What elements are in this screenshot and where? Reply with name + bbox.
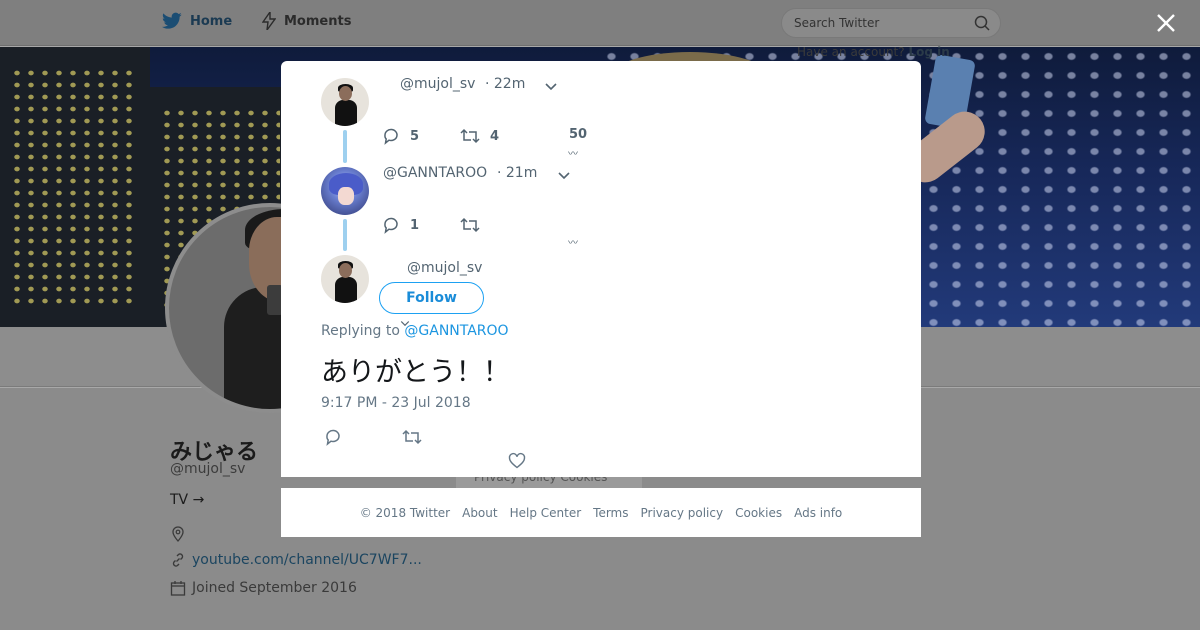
search-icon[interactable] — [974, 15, 990, 31]
top-navigation-bar: Home Moments Search Twitter — [0, 0, 1200, 46]
thread-connector — [343, 219, 347, 251]
tweet-handle[interactable]: @mujol_sv — [400, 76, 475, 92]
tweet-time[interactable]: · 22m — [485, 76, 525, 92]
retweet-count: 4 — [490, 128, 500, 144]
retweet-button[interactable]: 4 — [460, 127, 499, 145]
retweet-icon — [460, 128, 480, 144]
profile-url-text[interactable]: youtube.com/channel/UC7WF7... — [192, 552, 422, 568]
footer-ads-link[interactable]: Ads info — [794, 506, 842, 520]
profile-location — [170, 526, 186, 542]
close-button[interactable] — [1153, 10, 1179, 36]
footer-copyright: © 2018 Twitter — [359, 505, 451, 520]
profile-handle: @mujol_sv — [170, 461, 246, 477]
link-icon — [172, 553, 184, 567]
profile-joined: Joined September 2016 — [170, 580, 357, 596]
heart-icon[interactable] — [508, 452, 526, 470]
reply-count: 5 — [410, 128, 420, 144]
retweet-icon — [460, 217, 480, 233]
twitter-bird-icon — [162, 12, 182, 29]
nav-moments-label: Moments — [284, 13, 352, 29]
nav-home[interactable]: Home — [162, 12, 232, 30]
tweet-text: ありがとう！！ — [321, 357, 510, 388]
chevron-down-icon[interactable] — [543, 78, 559, 94]
reply-icon[interactable] — [324, 428, 342, 446]
footer-help-link[interactable]: Help Center — [510, 506, 582, 520]
heart-icon[interactable]: 〰 — [568, 234, 578, 249]
profile-bio: TV → — [170, 492, 205, 508]
lightning-icon — [262, 12, 276, 30]
like-button[interactable]: 50 — [569, 127, 587, 142]
replying-to: Replying to @GANNTAROO — [321, 323, 509, 339]
like-count: 50 — [569, 127, 588, 142]
tweet-avatar[interactable] — [321, 255, 369, 303]
login-link[interactable]: Log in — [908, 45, 949, 59]
footer-about-link[interactable]: About — [462, 506, 497, 520]
footer-privacy-link[interactable]: Privacy policy — [641, 506, 724, 520]
tweet-handle[interactable]: @mujol_sv — [407, 260, 482, 276]
replying-mention[interactable]: @GANNTAROO — [404, 323, 508, 339]
chevron-down-icon[interactable] — [556, 167, 572, 183]
search-placeholder: Search Twitter — [794, 16, 880, 30]
profile-url[interactable]: youtube.com/channel/UC7WF7... — [170, 552, 422, 568]
tweet-avatar[interactable] — [321, 78, 369, 126]
retweet-icon[interactable] — [402, 428, 422, 446]
calendar-icon — [170, 581, 186, 596]
replying-prefix: Replying to — [321, 323, 400, 339]
tweet-handle[interactable]: @GANNTAROO — [383, 165, 487, 181]
reply-button[interactable]: 5 — [382, 127, 419, 145]
tweet-avatar[interactable] — [321, 167, 369, 215]
close-icon — [1157, 14, 1175, 32]
modal-footer: © 2018 Twitter About Help Center Terms P… — [281, 488, 921, 537]
tweet-thread-modal: @mujol_sv · 22m 5 4 50 〰 @GANNTAROO · 21… — [281, 61, 921, 477]
reply-icon — [384, 128, 398, 145]
reply-icon — [384, 217, 398, 234]
retweet-button[interactable] — [460, 216, 480, 234]
nav-moments[interactable]: Moments — [262, 12, 351, 30]
reply-button[interactable]: 1 — [382, 216, 419, 234]
banner-windows — [10, 67, 140, 307]
thread-connector — [343, 130, 347, 163]
tweet-time[interactable]: · 21m — [497, 165, 537, 181]
profile-joined-text: Joined September 2016 — [192, 580, 357, 596]
heart-icon[interactable]: 〰 — [568, 145, 578, 160]
search-input[interactable]: Search Twitter — [781, 8, 1001, 38]
nav-home-label: Home — [190, 13, 233, 29]
follow-button[interactable]: Follow — [379, 282, 484, 314]
location-pin-icon — [172, 526, 184, 542]
footer-cookies-link[interactable]: Cookies — [735, 506, 782, 520]
footer-terms-link[interactable]: Terms — [593, 506, 628, 520]
tweet-timestamp[interactable]: 9:17 PM - 23 Jul 2018 — [321, 395, 471, 411]
login-prompt: Have an account? Log in — [797, 45, 950, 59]
reply-count: 1 — [410, 217, 420, 233]
have-account-text: Have an account? — [797, 45, 905, 59]
